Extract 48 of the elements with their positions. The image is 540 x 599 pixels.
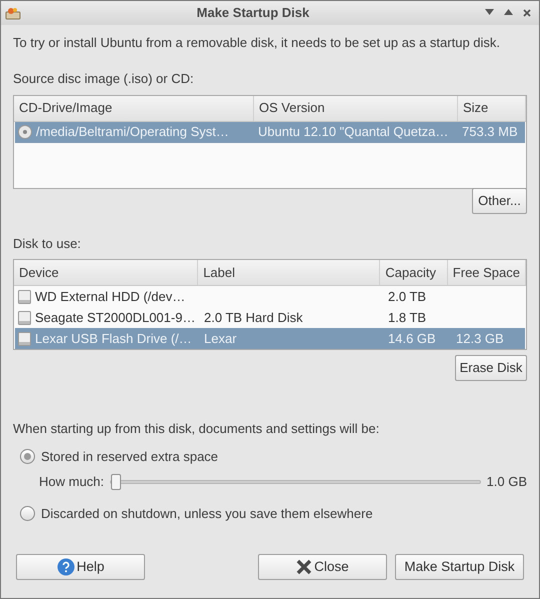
action-button[interactable]: Make Startup Disk — [395, 554, 524, 580]
intro-text: To try or install Ubuntu from a removable disk, it needs to be set up as a startup disk. — [13, 35, 502, 51]
table-cell-text: Lexar — [204, 330, 237, 348]
help-icon — [56, 558, 75, 576]
slider-value: 1.0 GB — [486, 473, 527, 491]
table-cell-text: WD External HDD (/dev… — [35, 288, 186, 306]
slider-thumb[interactable] — [111, 474, 122, 490]
radio-button[interactable] — [20, 448, 35, 464]
window-title: Make Startup Disk — [196, 4, 310, 22]
table-cell-text: Ubuntu 12.10 "Quantal Quetza… — [258, 123, 448, 142]
table-cell-text: 1.8 TB — [388, 308, 426, 327]
close-icon[interactable] — [523, 9, 531, 17]
column-header[interactable]: Size — [458, 96, 526, 120]
radio-label[interactable]: Stored in reserved extra space — [41, 446, 218, 466]
column-header[interactable]: CD-Drive/Image — [14, 96, 254, 120]
radio-button[interactable] — [20, 506, 35, 521]
erase-disk-button[interactable]: Erase Disk — [455, 355, 527, 381]
table-row[interactable]: Seagate ST2000DL001-9… 2.0 TB Hard Disk 1.8 TB — [15, 307, 525, 328]
table-cell-text: 2.0 TB — [388, 288, 426, 306]
column-header[interactable]: Device — [14, 260, 198, 285]
table-cell-text: Seagate ST2000DL001-9… — [35, 308, 196, 327]
close-icon — [296, 559, 312, 575]
radio-label[interactable]: Discarded on shutdown, unless you save them elsewhere — [41, 504, 373, 523]
column-header[interactable]: OS Version — [254, 96, 458, 120]
other-button[interactable]: Other... — [472, 188, 527, 214]
table-cell-text: /media/Beltrami/Operating Syst… — [36, 123, 229, 142]
table-cell-text: 753.3 MB — [462, 123, 518, 142]
disc-icon — [18, 125, 32, 139]
table-cell-text: Lexar USB Flash Drive (/… — [35, 330, 192, 348]
section-label: When starting up from this disk, documents and settings will be: — [13, 420, 380, 438]
table-cell-text: 12.3 GB — [456, 330, 504, 348]
drive-icon — [18, 310, 31, 324]
table-cell-text: 2.0 TB Hard Disk — [204, 308, 303, 327]
column-header[interactable]: Label — [198, 260, 380, 285]
help-button[interactable]: Help — [16, 554, 145, 580]
maximize-icon[interactable] — [504, 9, 513, 15]
column-header[interactable]: Free Space — [448, 260, 526, 285]
close-button[interactable]: Close — [258, 554, 387, 580]
table-row[interactable]: WD External HDD (/dev… 2.0 TB — [15, 286, 525, 307]
column-header[interactable]: Capacity — [380, 260, 448, 285]
drive-icon — [18, 332, 31, 346]
table-cell-text: 14.6 GB — [388, 330, 436, 348]
drive-icon — [18, 290, 31, 304]
slider-label: How much: — [39, 473, 104, 491]
minimize-icon[interactable] — [485, 9, 494, 15]
app-icon — [5, 6, 21, 20]
section-label: Disk to use: — [13, 234, 82, 252]
section-label: Source disc image (.iso) or CD: — [13, 70, 195, 88]
